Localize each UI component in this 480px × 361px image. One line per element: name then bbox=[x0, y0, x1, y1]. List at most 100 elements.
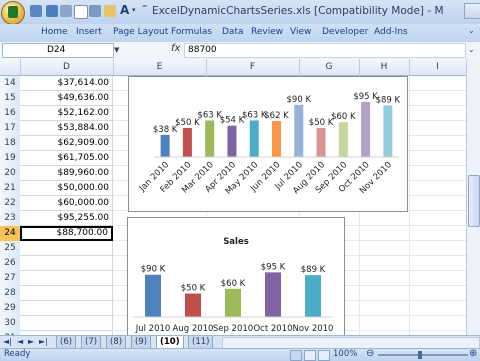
redo-icon[interactable] bbox=[60, 5, 72, 17]
gridline bbox=[409, 75, 410, 335]
row-header[interactable]: 22 bbox=[0, 196, 21, 212]
cell-d[interactable] bbox=[20, 316, 113, 331]
row-header[interactable]: 18 bbox=[0, 136, 21, 152]
select-all-corner[interactable] bbox=[0, 59, 21, 75]
data-label: $50 K bbox=[175, 118, 200, 128]
ribbon-minimize-icon[interactable]: ⌄ bbox=[468, 26, 475, 35]
next-sheet-icon[interactable]: ► bbox=[28, 337, 34, 346]
cell-d[interactable]: $62,909.00 bbox=[20, 136, 113, 151]
row-header[interactable]: 25 bbox=[0, 241, 21, 257]
row-header[interactable]: 30 bbox=[0, 316, 21, 332]
cell-d[interactable] bbox=[20, 241, 113, 256]
column-header-g[interactable]: G bbox=[299, 59, 360, 75]
customize-quick-access-icon[interactable]: ⁼ bbox=[142, 3, 147, 14]
active-cell-d[interactable]: $88,700.00 bbox=[20, 226, 113, 241]
cell-d[interactable] bbox=[20, 301, 113, 316]
tab-formulas[interactable]: Formulas bbox=[171, 27, 212, 37]
zoom-slider-thumb[interactable] bbox=[418, 351, 422, 359]
data-label: $90 K bbox=[141, 265, 166, 275]
data-label: $89 K bbox=[376, 95, 401, 105]
tab-home[interactable]: Home bbox=[41, 27, 68, 37]
tab-view[interactable]: View bbox=[290, 27, 311, 37]
undo-icon[interactable] bbox=[46, 5, 58, 17]
expand-formula-bar-icon[interactable]: ⌄ bbox=[468, 45, 475, 54]
cell-d[interactable]: $60,000.00 bbox=[20, 196, 113, 211]
chart-bar bbox=[225, 288, 241, 317]
row-header[interactable]: 17 bbox=[0, 121, 21, 137]
category-label: Jul 2010 bbox=[135, 324, 171, 334]
zoom-level[interactable]: 100% bbox=[333, 349, 357, 359]
sales-chart[interactable]: Sales $90 K Jul 2010 $50 K Aug 2010 $60 K Sep … bbox=[127, 217, 345, 340]
cell-d[interactable] bbox=[20, 256, 113, 271]
category-label: Nov 2010 bbox=[293, 324, 334, 334]
row-header[interactable]: 26 bbox=[0, 256, 21, 272]
name-box-value: D24 bbox=[47, 45, 66, 55]
name-box[interactable]: D24 bbox=[2, 43, 114, 58]
dropdown-icon[interactable]: ▾ bbox=[132, 6, 136, 14]
column-headers: D E F G H I bbox=[0, 59, 467, 76]
row-header[interactable]: 24 bbox=[0, 226, 21, 242]
tab-page-layout[interactable]: Page Layout bbox=[113, 27, 168, 37]
page-layout-view-icon[interactable] bbox=[304, 350, 316, 361]
cell-d[interactable] bbox=[20, 271, 113, 286]
row-header[interactable]: 21 bbox=[0, 181, 21, 197]
cell-d[interactable]: $95,255.00 bbox=[20, 211, 113, 226]
row-header[interactable]: 27 bbox=[0, 271, 21, 287]
cell-d[interactable]: $37,614.00 bbox=[20, 76, 113, 91]
chart-bar bbox=[338, 122, 348, 157]
chart-bar bbox=[185, 293, 201, 317]
cell-d[interactable]: $52,162.00 bbox=[20, 106, 113, 121]
formula-input[interactable]: 88700 bbox=[184, 43, 466, 58]
name-box-dropdown-icon[interactable]: ▼ bbox=[114, 46, 119, 54]
monthly-sales-chart[interactable]: $38 K Jan 2010 $50 K Feb 2010 $63 K Mar 2010 $… bbox=[128, 76, 408, 212]
tab-data[interactable]: Data bbox=[222, 27, 244, 37]
insert-function-button[interactable]: fx bbox=[171, 43, 180, 54]
column-header-e[interactable]: E bbox=[113, 59, 207, 75]
data-label: $95 K bbox=[261, 262, 286, 272]
column-header-d[interactable]: D bbox=[20, 59, 114, 75]
cell-d[interactable]: $53,884.00 bbox=[20, 121, 113, 136]
cell-d[interactable]: $61,705.00 bbox=[20, 151, 113, 166]
tab-review[interactable]: Review bbox=[251, 27, 283, 37]
minimize-button[interactable] bbox=[464, 3, 480, 19]
vertical-scroll-thumb[interactable] bbox=[468, 175, 480, 227]
tab-developer[interactable]: Developer bbox=[322, 27, 368, 37]
category-label: Oct 2010 bbox=[253, 324, 292, 334]
tab-add-ins[interactable]: Add-Ins bbox=[374, 27, 408, 37]
window-title: ExcelDynamicChartsSeries.xls [Compatibil… bbox=[152, 5, 444, 17]
row-header[interactable]: 15 bbox=[0, 91, 21, 107]
column-header-f[interactable]: F bbox=[206, 59, 300, 75]
save-icon[interactable] bbox=[30, 5, 42, 17]
row-header[interactable]: 28 bbox=[0, 286, 21, 302]
prev-sheet-icon[interactable]: ◄ bbox=[17, 337, 23, 346]
data-label: $63 K bbox=[197, 110, 222, 120]
column-header-i[interactable]: I bbox=[409, 59, 467, 75]
cell-d[interactable]: $49,636.00 bbox=[20, 91, 113, 106]
row-header[interactable]: 19 bbox=[0, 151, 21, 167]
data-label: $63 K bbox=[242, 110, 267, 120]
data-label: $60 K bbox=[221, 279, 246, 289]
format-painter-icon[interactable] bbox=[104, 5, 116, 17]
cell-d[interactable]: $50,000.00 bbox=[20, 181, 113, 196]
font-color-icon[interactable]: A bbox=[120, 3, 129, 17]
column-header-h[interactable]: H bbox=[359, 59, 410, 75]
row-header[interactable]: 29 bbox=[0, 301, 21, 317]
cell-d[interactable] bbox=[20, 286, 113, 301]
row-header[interactable]: 20 bbox=[0, 166, 21, 182]
office-button[interactable] bbox=[1, 1, 25, 25]
last-sheet-icon[interactable]: ►| bbox=[39, 337, 48, 346]
zoom-out-icon[interactable]: ⊖ bbox=[366, 348, 374, 359]
page-break-view-icon[interactable] bbox=[318, 350, 330, 361]
row-header[interactable]: 16 bbox=[0, 106, 21, 122]
cell-d[interactable]: $89,960.00 bbox=[20, 166, 113, 181]
row-header[interactable]: 23 bbox=[0, 211, 21, 227]
chart-1-svg: $38 KJan 2010$50 KFeb 2010$63 KMar 2010$… bbox=[137, 92, 401, 197]
zoom-slider[interactable] bbox=[378, 354, 468, 356]
zoom-in-icon[interactable]: ⊕ bbox=[469, 348, 477, 359]
table-icon[interactable] bbox=[74, 5, 88, 19]
tab-insert[interactable]: Insert bbox=[76, 27, 102, 37]
border-icon[interactable] bbox=[89, 5, 101, 17]
row-header[interactable]: 14 bbox=[0, 76, 21, 92]
normal-view-icon[interactable] bbox=[290, 350, 302, 361]
first-sheet-icon[interactable]: ◄| bbox=[3, 337, 12, 346]
